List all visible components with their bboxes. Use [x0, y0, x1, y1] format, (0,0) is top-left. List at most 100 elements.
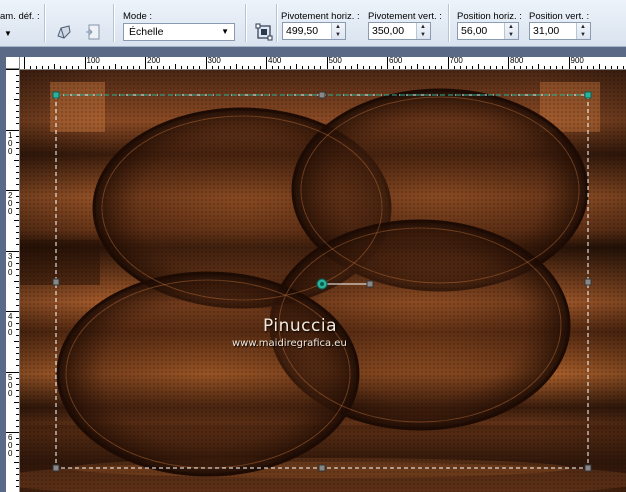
- ruler-tick: [423, 66, 425, 69]
- toolbar-separator: [44, 4, 46, 42]
- pivot-v-label: Pivotement vert. :: [368, 11, 442, 22]
- ruler-tick: [586, 66, 588, 69]
- corner-handle[interactable]: [584, 464, 592, 472]
- ruler-tick: [16, 298, 19, 300]
- ruler-label: 900: [570, 57, 584, 65]
- pivot-h-spinner[interactable]: ▲ ▼: [331, 23, 345, 39]
- edge-handle[interactable]: [318, 464, 326, 472]
- ruler-tick: [16, 147, 19, 149]
- ruler-tick: [16, 135, 19, 137]
- ruler-tick: [72, 66, 74, 69]
- ruler-label: 300: [207, 57, 221, 65]
- ruler-label: 600: [389, 57, 403, 65]
- ruler-label: 200: [147, 57, 161, 65]
- corner-handle[interactable]: [52, 464, 60, 472]
- ruler-tick: [223, 66, 225, 69]
- show-bounds-button[interactable]: [253, 21, 275, 43]
- ruler-label: 400: [268, 57, 282, 65]
- tool-options-toolbar: am. déf. : ▼ Mode : Échelle ▼ Pivotement…: [0, 0, 626, 47]
- ruler-tick: [16, 183, 19, 185]
- ruler-tick: [459, 66, 461, 69]
- ruler-tick: [247, 66, 249, 69]
- chevron-down-icon: ▼: [221, 27, 229, 36]
- ruler-tick: [16, 262, 19, 264]
- ruler-tick: [526, 66, 528, 69]
- ruler-tick: [16, 347, 19, 349]
- edge-handle[interactable]: [52, 278, 60, 286]
- edge-handle[interactable]: [584, 278, 592, 286]
- corner-handle[interactable]: [52, 91, 60, 99]
- ruler-tick: [181, 66, 183, 69]
- apply-button[interactable]: [82, 21, 104, 43]
- ruler-tick: [429, 66, 431, 69]
- ruler-tick: [544, 66, 546, 69]
- ruler-tick: [193, 66, 195, 69]
- image-canvas[interactable]: Pinuccia www.maidiregrafica.eu: [20, 70, 626, 492]
- toolbar-separator: [448, 4, 450, 42]
- ruler-label: 700: [449, 57, 463, 65]
- pos-h-field[interactable]: 56,00 ▲ ▼: [457, 22, 519, 40]
- ruler-tick: [16, 171, 19, 173]
- vertical-ruler: 1 0 0 2 0 0 3 0 0 4 0 0 5 0 0 6 0 0: [6, 69, 20, 492]
- preset-dropdown[interactable]: ▼: [0, 22, 16, 44]
- ruler-tick: [6, 69, 19, 70]
- ruler-tick: [132, 66, 134, 69]
- ruler-tick: [344, 66, 346, 69]
- ruler-tick: [16, 304, 19, 306]
- ruler-tick: [477, 64, 479, 69]
- bounding-box-icon: [255, 23, 273, 41]
- reset-icon: [57, 25, 71, 39]
- ruler-tick: [145, 57, 146, 69]
- reset-button[interactable]: [53, 21, 75, 43]
- ruler-tick: [16, 329, 19, 331]
- toolbar-separator: [276, 4, 278, 42]
- ruler-corner: [6, 57, 20, 69]
- ruler-tick: [14, 280, 19, 282]
- ruler-tick: [16, 196, 19, 198]
- toolbar-separator: [245, 4, 247, 42]
- ruler-tick: [465, 66, 467, 69]
- ruler-tick: [562, 66, 564, 69]
- pivot-v-field[interactable]: 350,00 ▲ ▼: [368, 22, 431, 40]
- pos-v-spinner[interactable]: ▲ ▼: [576, 23, 590, 39]
- ruler-tick: [138, 66, 140, 69]
- pivot-v-spinner[interactable]: ▲ ▼: [416, 23, 430, 39]
- ruler-label: 4 0 0: [8, 312, 13, 337]
- ruler-tick: [16, 450, 19, 452]
- pivot-h-label: Pivotement horiz. :: [281, 11, 360, 22]
- ruler-tick: [520, 66, 522, 69]
- ruler-tick: [501, 66, 503, 69]
- pivot-h-field[interactable]: 499,50 ▲ ▼: [282, 22, 346, 40]
- ruler-tick: [84, 57, 86, 69]
- rotation-handle[interactable]: [366, 280, 374, 288]
- pos-h-value: 56,00: [461, 25, 488, 37]
- mode-select[interactable]: Échelle ▼: [123, 23, 235, 41]
- ruler-tick: [16, 365, 19, 367]
- ruler-tick: [368, 66, 370, 69]
- ruler-tick: [16, 105, 19, 107]
- ruler-tick: [229, 66, 231, 69]
- mode-label: Mode :: [123, 11, 153, 22]
- ruler-label: 800: [510, 57, 524, 65]
- ruler-tick: [266, 57, 267, 69]
- ruler-tick: [16, 75, 19, 77]
- ruler-tick: [16, 456, 19, 458]
- ruler-tick: [187, 66, 189, 69]
- ruler-tick: [90, 66, 92, 69]
- pos-h-spinner[interactable]: ▲ ▼: [504, 23, 518, 39]
- ruler-tick: [16, 202, 19, 204]
- ruler-tick: [48, 66, 50, 69]
- corner-handle[interactable]: [584, 91, 592, 99]
- apply-icon: [86, 24, 100, 40]
- ruler-tick: [211, 66, 213, 69]
- ruler-tick: [16, 226, 19, 228]
- ruler-tick: [550, 66, 552, 69]
- edge-handle[interactable]: [318, 91, 326, 99]
- ruler-tick: [78, 66, 80, 69]
- ruler-tick: [66, 66, 68, 69]
- pos-v-field[interactable]: 31,00 ▲ ▼: [529, 22, 591, 40]
- ruler-tick: [387, 57, 388, 69]
- ruler-tick: [16, 323, 19, 325]
- ruler-label: 6 0 0: [8, 433, 13, 458]
- ruler-tick: [489, 66, 491, 69]
